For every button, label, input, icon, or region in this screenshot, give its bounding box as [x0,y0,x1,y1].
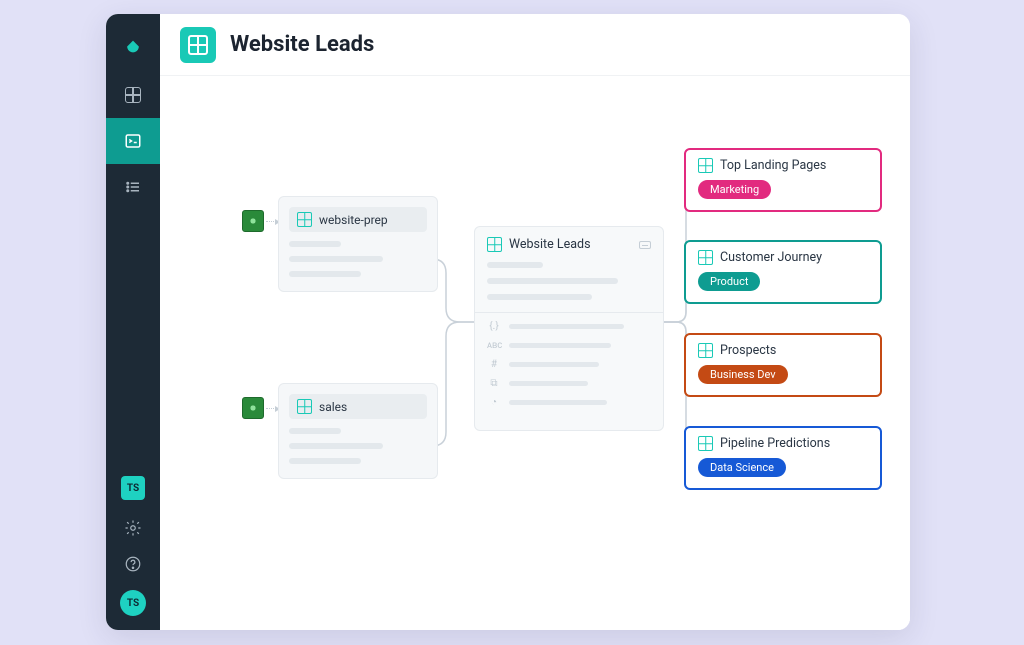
output-card-title: Customer Journey [720,250,822,265]
connector-arrow [266,408,276,409]
dataset-card-title: Website Leads [509,237,591,252]
table-icon [487,237,502,252]
table-icon [297,212,312,227]
output-card-title: Top Landing Pages [720,158,826,173]
settings-icon[interactable] [106,510,160,546]
source-thumb-icon[interactable] [242,397,264,419]
sidebar: TS TS [106,14,160,630]
header-tile-icon [180,27,216,63]
table-icon [698,250,713,265]
logo-icon[interactable] [106,26,160,72]
nav-list-icon[interactable] [106,164,160,210]
nav-data-icon[interactable] [106,72,160,118]
output-card-title: Prospects [720,343,776,358]
type-time-icon: ◔ [487,397,501,408]
table-icon [698,158,713,173]
source-card-title: website-prep [319,213,388,227]
page-title: Website Leads [230,32,374,57]
output-card-title: Pipeline Predictions [720,436,830,451]
card-options-icon[interactable] [639,241,651,249]
app-window: TS TS Website Leads [106,14,910,630]
user-avatar[interactable]: TS [120,590,146,616]
source-card-title: sales [319,400,347,414]
workspace-badge[interactable]: TS [121,476,145,500]
source-thumb-icon[interactable] [242,210,264,232]
tag-badge: Business Dev [698,365,788,384]
table-icon [698,436,713,451]
output-card-prospects[interactable]: Prospects Business Dev [684,333,882,397]
help-icon[interactable] [106,546,160,582]
table-icon [297,399,312,414]
output-card-pipeline-predictions[interactable]: Pipeline Predictions Data Science [684,426,882,490]
output-card-customer-journey[interactable]: Customer Journey Product [684,240,882,304]
main: Website Leads website-prep [160,14,910,630]
source-card-sales[interactable]: sales [278,383,438,479]
type-brackets-icon: {.} [487,321,501,332]
output-card-top-landing-pages[interactable]: Top Landing Pages Marketing [684,148,882,212]
header: Website Leads [160,14,910,76]
dataset-card-website-leads[interactable]: Website Leads {.} ᴀʙᴄ # ⧉ ◔ [474,226,664,431]
tag-badge: Marketing [698,180,771,199]
table-icon [698,343,713,358]
type-text-icon: ᴀʙᴄ [487,340,501,351]
pipeline-canvas: website-prep sales [160,76,910,630]
nav-console-icon[interactable] [106,118,160,164]
type-hash-icon: # [487,359,501,370]
tag-badge: Product [698,272,760,291]
source-card-website-prep[interactable]: website-prep [278,196,438,292]
tag-badge: Data Science [698,458,786,477]
connector-arrow [266,221,276,222]
type-link-icon: ⧉ [487,378,501,389]
